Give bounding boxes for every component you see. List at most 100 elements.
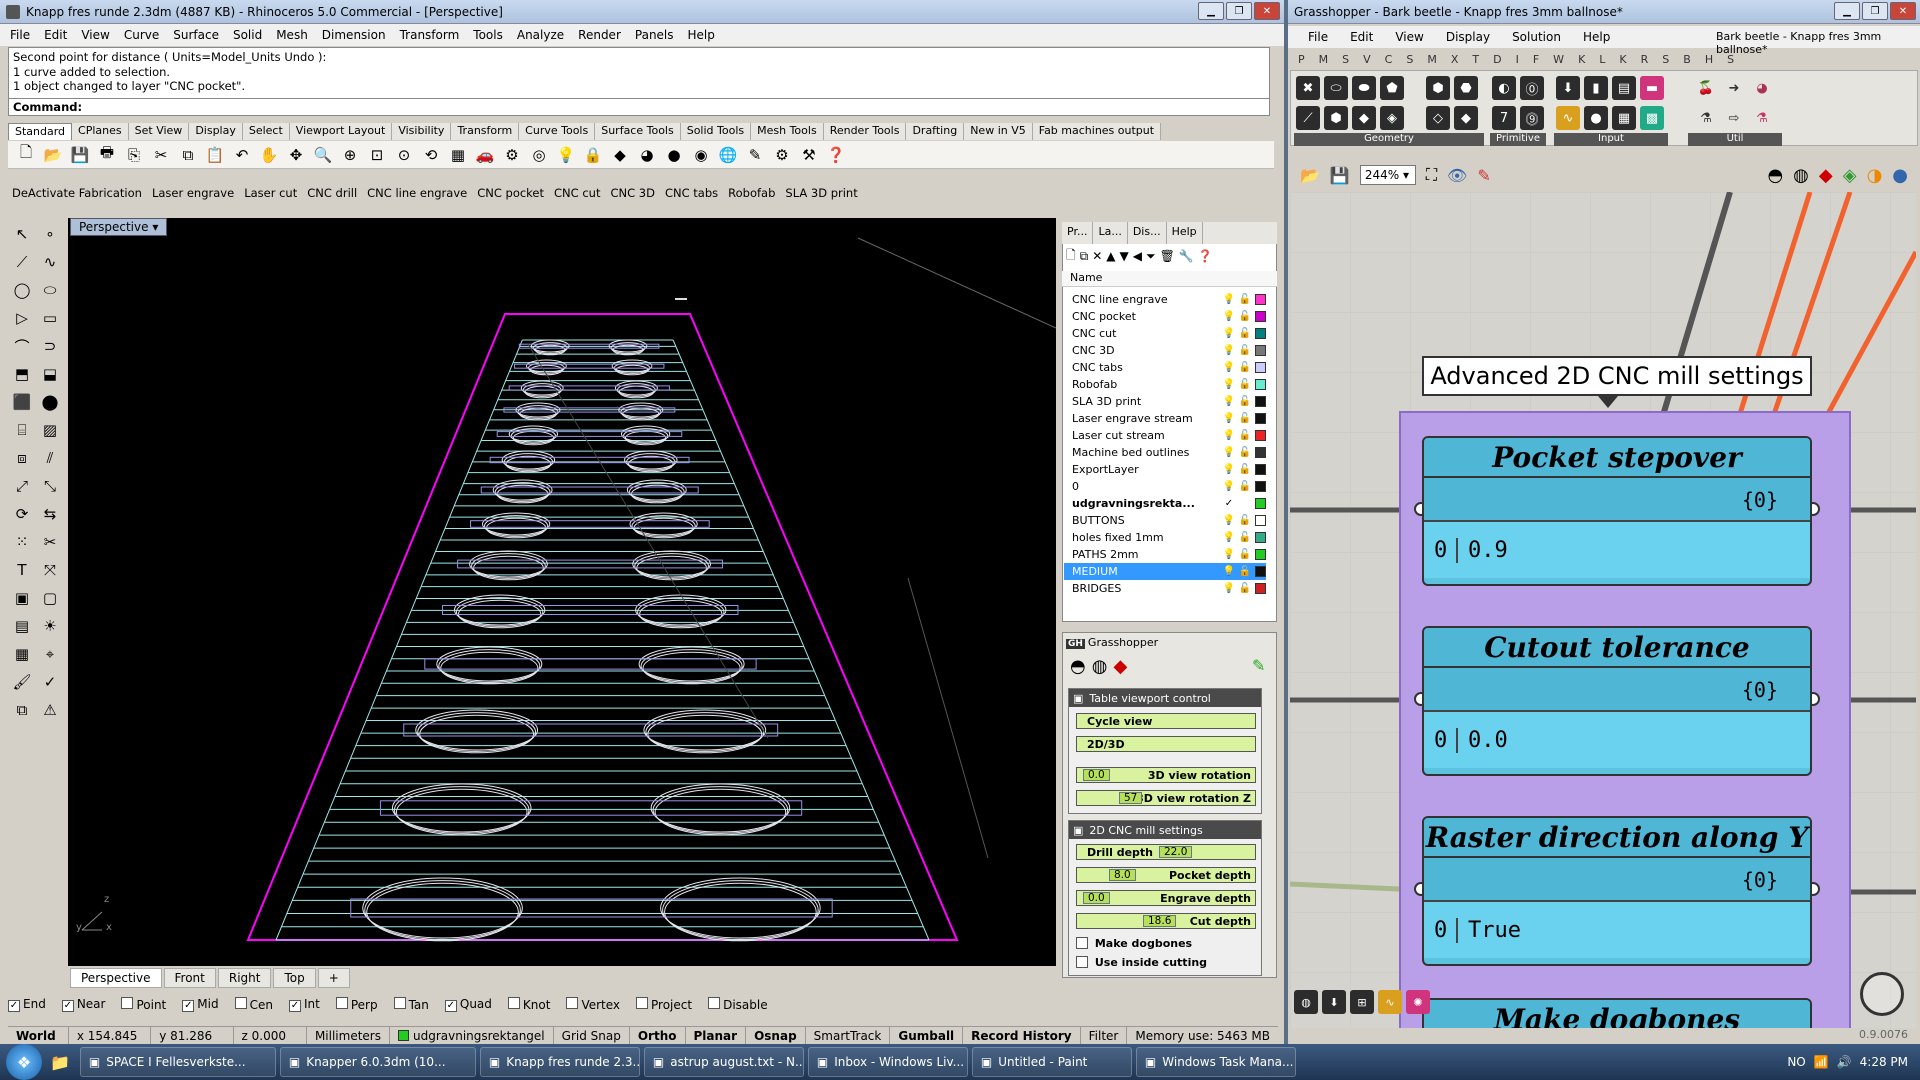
osnap-checkbox[interactable]: ✓ (288, 999, 301, 1012)
layer-color-swatch[interactable] (1255, 447, 1266, 458)
box-icon[interactable]: ⬛ (8, 388, 36, 416)
smarttrack-toggle[interactable]: SmartTrack (806, 1026, 891, 1045)
group-collapse-icon[interactable]: ▣ (1073, 692, 1083, 705)
component-icon[interactable]: ⬇ (1556, 76, 1580, 100)
panel-tab[interactable]: Help (1167, 222, 1203, 244)
layer-color-swatch[interactable] (1255, 430, 1266, 441)
move-left-icon[interactable]: ◀ (1133, 249, 1142, 263)
layer-row[interactable]: ExportLayer 💡 🔓 (1064, 461, 1266, 478)
car-icon[interactable]: 🚗 (473, 144, 497, 166)
3d-rotation-slider[interactable]: 0.0 3D view rotation (1076, 767, 1256, 783)
tab-fab-machines-output[interactable]: Fab machines output (1032, 123, 1162, 140)
zoom-selected-icon[interactable]: ⊙ (392, 144, 416, 166)
menu-tools[interactable]: Tools (473, 28, 503, 42)
render-icon[interactable]: ☀ (36, 612, 64, 640)
component-icon[interactable]: ⬟ (1380, 76, 1404, 100)
gh-menu-view[interactable]: View (1395, 30, 1423, 44)
offset-icon[interactable]: ⊃ (36, 332, 64, 360)
lightbulb-icon[interactable]: 💡 (1221, 515, 1237, 526)
tab-transform[interactable]: Transform (451, 123, 520, 140)
layer-color-swatch[interactable] (1255, 532, 1266, 543)
viewport-tab-front[interactable]: Front (163, 968, 216, 988)
menu-file[interactable]: File (10, 28, 30, 42)
param-component[interactable]: Pocket stepover {0} 0 0.9 (1422, 436, 1812, 586)
paste-icon[interactable]: 📋 (203, 144, 227, 166)
menu-surface[interactable]: Surface (173, 28, 219, 42)
layer-row[interactable]: SLA 3D print 💡 🔓 (1064, 393, 1266, 410)
gh-tab[interactable]: C (1385, 53, 1393, 66)
component-icon[interactable]: ◕ (1750, 76, 1774, 100)
gh-tab[interactable]: W (1553, 53, 1564, 66)
gh-tab[interactable]: I (1516, 53, 1519, 66)
component-icon[interactable]: 7 (1492, 106, 1516, 130)
component-icon[interactable]: ⓪ (1520, 76, 1544, 100)
gear-icon[interactable]: ⚙ (500, 144, 524, 166)
menu-view[interactable]: View (81, 28, 109, 42)
arrow-outline-icon[interactable]: ⇨ (1722, 106, 1746, 130)
zoom-dropdown[interactable]: 244% ▾ (1359, 165, 1416, 185)
panel-tab[interactable]: Dis... (1128, 222, 1167, 244)
taskbar-item[interactable]: ▣ Knapper 6.0.3dm (10... (279, 1047, 476, 1077)
macro-cnc-tabs[interactable]: CNC tabs (665, 186, 718, 200)
layer-row[interactable]: udgravningsrekta... ✓ (1064, 495, 1266, 512)
make-dogbones-checkbox[interactable]: Make dogbones (1076, 935, 1192, 951)
osnap-checkbox[interactable] (708, 996, 721, 1009)
menu-analyze[interactable]: Analyze (517, 28, 564, 42)
move-icon[interactable]: ✥ (284, 144, 308, 166)
rotate-icon[interactable]: ⟳ (8, 500, 36, 528)
gh-tab[interactable]: B (1683, 53, 1691, 66)
component-icon[interactable]: ⬢ (1426, 76, 1450, 100)
maximize-button[interactable]: ❐ (1226, 2, 1252, 20)
menu-edit[interactable]: Edit (44, 28, 67, 42)
gh-tab[interactable]: D (1493, 53, 1501, 66)
tools-icon[interactable]: 🔧 (1179, 249, 1194, 263)
minimize-button[interactable]: ▁ (1198, 2, 1224, 20)
lightbulb-icon[interactable]: 💡 (1221, 583, 1237, 594)
component-icon[interactable]: ⊞ (1350, 990, 1374, 1014)
component-icon[interactable]: ⬭ (1324, 76, 1348, 100)
sphere-icon[interactable]: ⬤ (36, 388, 64, 416)
lock-icon[interactable]: 🔓 (1237, 566, 1253, 577)
macro-deactivate-fabrication[interactable]: DeActivate Fabrication (12, 186, 142, 200)
component-icon[interactable]: ◍ (1294, 990, 1318, 1014)
layer-color-swatch[interactable] (1255, 362, 1266, 373)
taskbar-item[interactable]: ▣ Inbox - Windows Liv... (807, 1047, 968, 1077)
extrude-icon[interactable]: ⬓ (36, 360, 64, 388)
network-icon[interactable]: 📶 (1814, 1055, 1829, 1069)
mesh-icon[interactable]: ▨ (36, 416, 64, 444)
tab-curve-tools[interactable]: Curve Tools (519, 123, 596, 140)
lock-icon[interactable]: 🔓 (1237, 379, 1253, 390)
component-icon[interactable]: ▮ (1584, 76, 1608, 100)
material-icon[interactable]: ◆ (608, 144, 632, 166)
new-sublayer-icon[interactable]: ⧉ (1080, 249, 1089, 264)
osnap-disable[interactable]: Disable (708, 996, 768, 1012)
menu-solid[interactable]: Solid (233, 28, 262, 42)
gh-tab[interactable]: F (1533, 53, 1539, 66)
tab-drafting[interactable]: Drafting (906, 123, 965, 140)
gh-canvas[interactable]: Advanced 2D CNC mill settings Pocket ste… (1290, 192, 1916, 1028)
group-header[interactable]: ▣ 2D CNC mill settings (1069, 821, 1261, 839)
ortho-toggle[interactable]: Ortho (630, 1026, 686, 1045)
cut-depth-slider[interactable]: 18.6 Cut depth (1076, 913, 1256, 929)
mirror-icon[interactable]: ⇆ (36, 500, 64, 528)
toggle-2d3d-button[interactable]: 2D/3D (1076, 736, 1256, 752)
tools-icon[interactable]: ⚒ (797, 144, 821, 166)
component-icon[interactable]: ⟋ (1296, 106, 1320, 130)
maximize-button[interactable]: ❐ (1862, 2, 1888, 20)
fillet-icon[interactable]: ⌒ (8, 332, 36, 360)
layer-color-swatch[interactable] (1255, 345, 1266, 356)
lightbulb-icon[interactable]: 💡 (1221, 379, 1237, 390)
viewport-tab-perspective[interactable]: Perspective (70, 968, 162, 988)
osnap-checkbox[interactable] (636, 996, 649, 1009)
start-button[interactable]: ❖ (6, 1044, 42, 1080)
rotate-view-icon[interactable]: ⟲ (419, 144, 443, 166)
osnap-checkbox[interactable] (121, 996, 134, 1009)
open-file-icon[interactable]: 📂 (1300, 166, 1320, 185)
menu-panels[interactable]: Panels (635, 28, 674, 42)
osnap-project[interactable]: Project (636, 996, 692, 1012)
gh-tab[interactable]: S (1406, 53, 1413, 66)
layer-color-swatch[interactable] (1255, 515, 1266, 526)
gh-tab[interactable]: X (1451, 53, 1459, 66)
taskbar-item[interactable]: ▣ SPACE I Fellesverkste... (79, 1047, 276, 1077)
osnap-icon[interactable]: ◎ (527, 144, 551, 166)
